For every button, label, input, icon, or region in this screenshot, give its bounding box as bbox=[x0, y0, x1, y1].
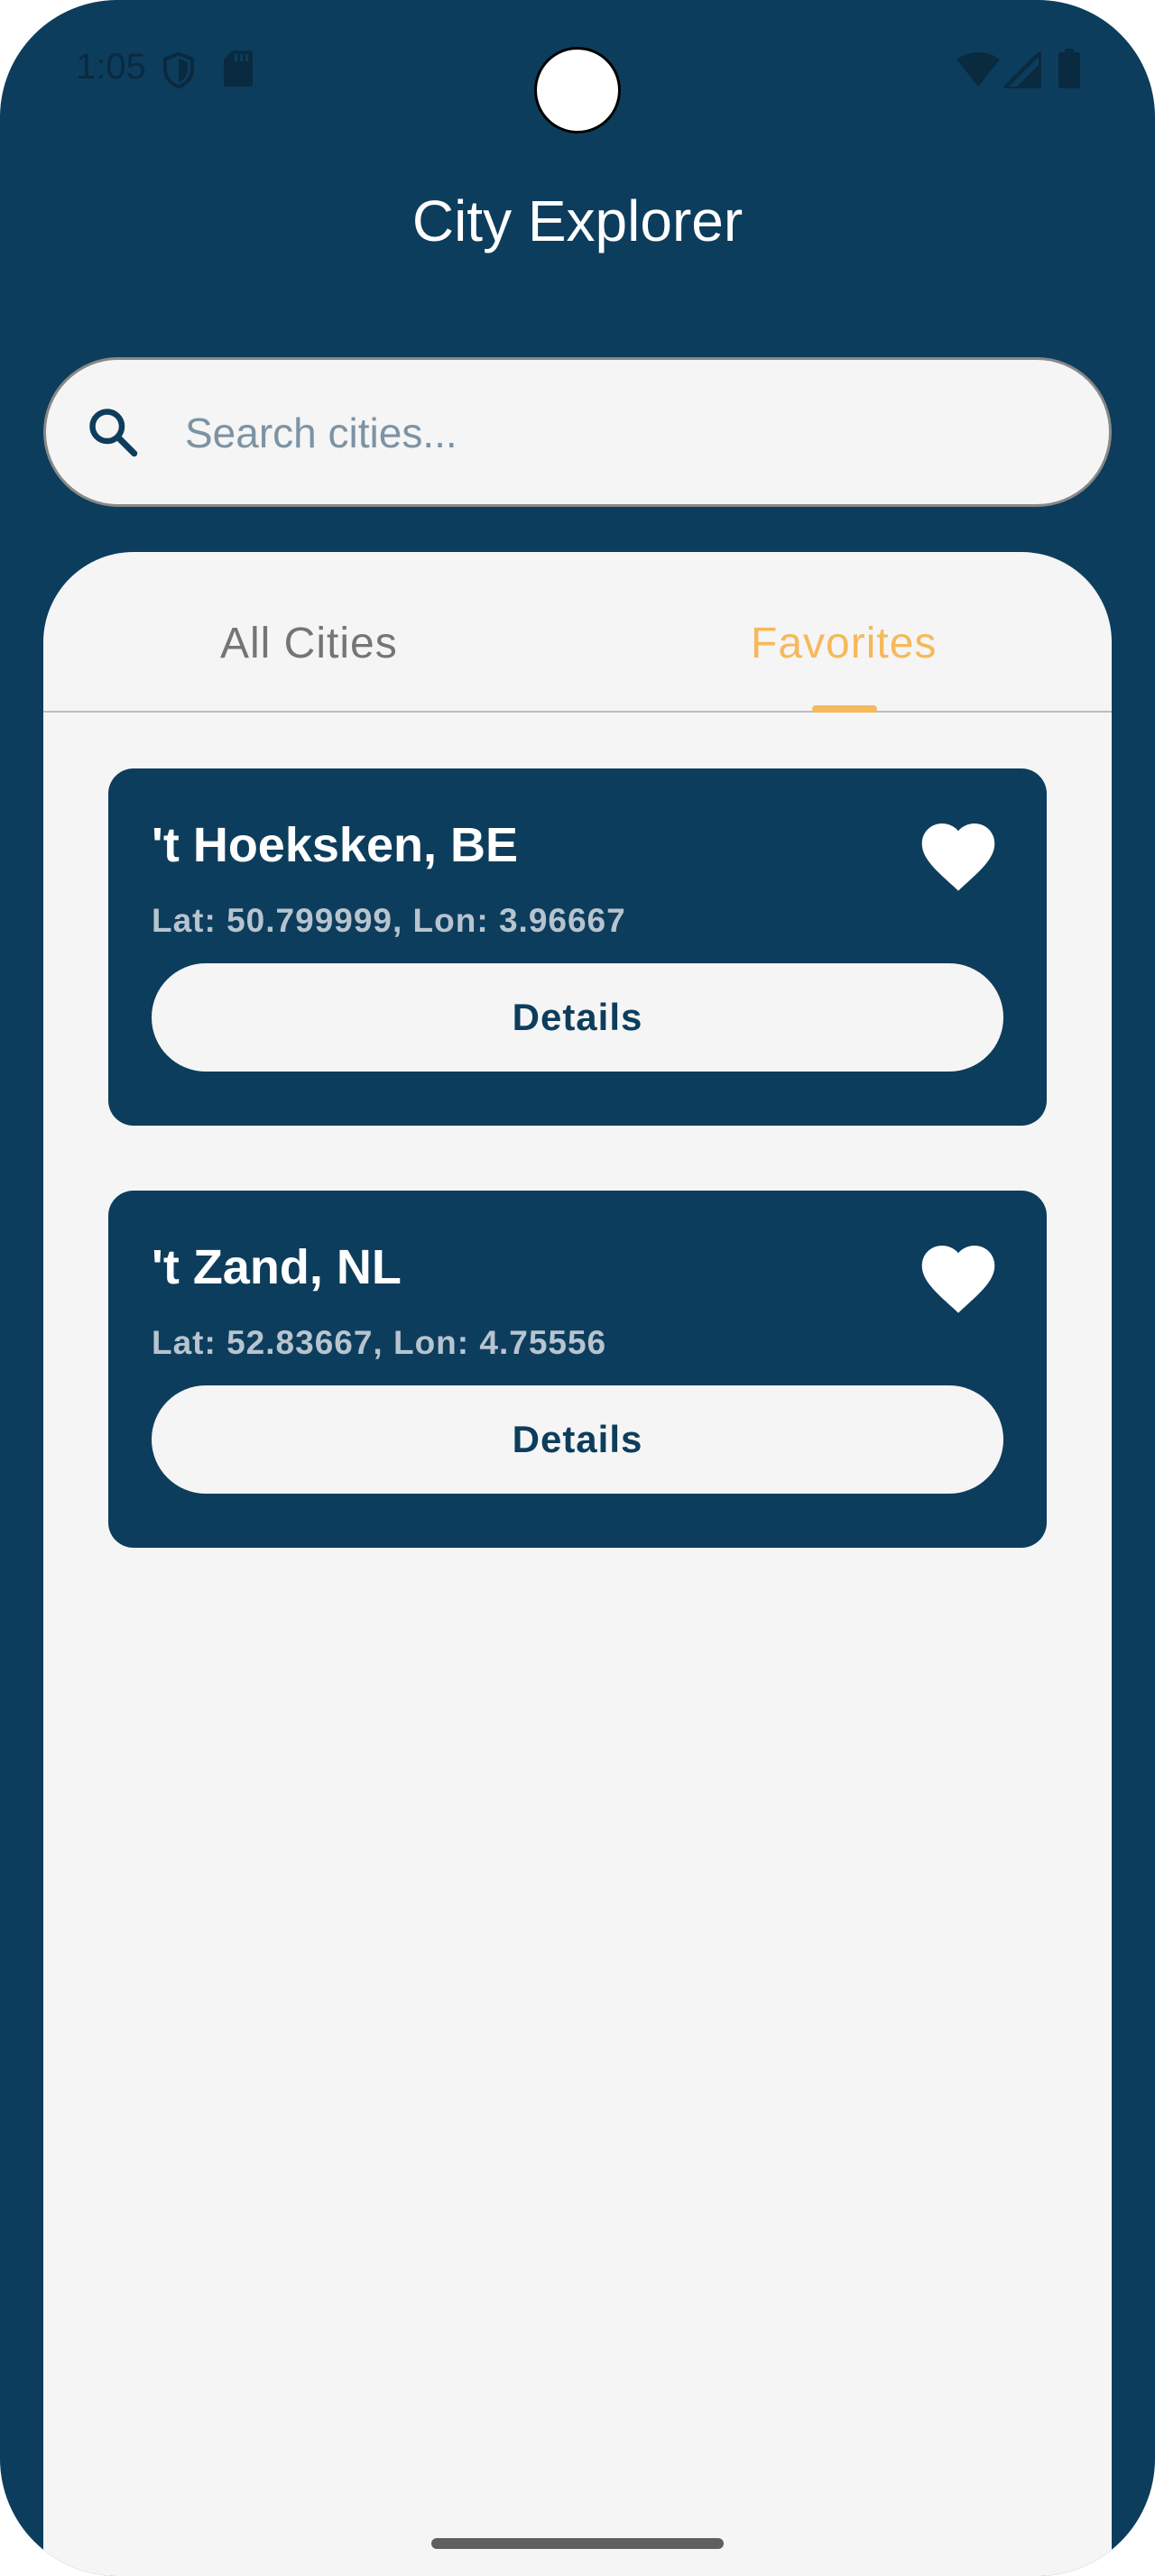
tab-indicator bbox=[812, 705, 877, 713]
search-icon bbox=[89, 409, 138, 457]
search-input[interactable] bbox=[183, 387, 1071, 479]
sd-card-icon bbox=[224, 51, 253, 87]
details-button[interactable]: Details bbox=[152, 1385, 1003, 1494]
status-bar: 1:05 bbox=[0, 0, 1155, 144]
city-coordinates: Lat: 50.799999, Lon: 3.96667 bbox=[152, 902, 626, 939]
city-name: 't Hoeksken, BE bbox=[152, 818, 518, 872]
details-button[interactable]: Details bbox=[152, 963, 1003, 1072]
city-card: 't Hoeksken, BE Lat: 50.799999, Lon: 3.9… bbox=[108, 768, 1047, 1126]
wifi-icon bbox=[956, 52, 1000, 87]
city-coordinates: Lat: 52.83667, Lon: 4.75556 bbox=[152, 1324, 607, 1361]
phone-screen: 1:05 City Explorer Search cities... All … bbox=[0, 0, 1155, 2576]
camera-cutout bbox=[534, 47, 621, 133]
status-time: 1:05 bbox=[76, 47, 146, 87]
home-indicator[interactable] bbox=[431, 2538, 724, 2549]
tab-all-cities[interactable]: All Cities bbox=[220, 619, 398, 668]
tab-bar: All Cities Favorites bbox=[43, 552, 1112, 713]
city-name: 't Zand, NL bbox=[152, 1240, 402, 1294]
app-title: City Explorer bbox=[411, 189, 744, 253]
signal-icon bbox=[1003, 52, 1041, 88]
heart-icon[interactable] bbox=[915, 1237, 1002, 1315]
battery-icon bbox=[1058, 49, 1080, 88]
search-bar[interactable] bbox=[43, 357, 1112, 507]
heart-icon[interactable] bbox=[915, 815, 1002, 893]
city-card: 't Zand, NL Lat: 52.83667, Lon: 4.75556 … bbox=[108, 1191, 1047, 1548]
shield-icon bbox=[163, 51, 194, 89]
content-sheet: All Cities Favorites 't Hoeksken, BE Lat… bbox=[43, 552, 1112, 2576]
tab-favorites[interactable]: Favorites bbox=[751, 619, 937, 668]
